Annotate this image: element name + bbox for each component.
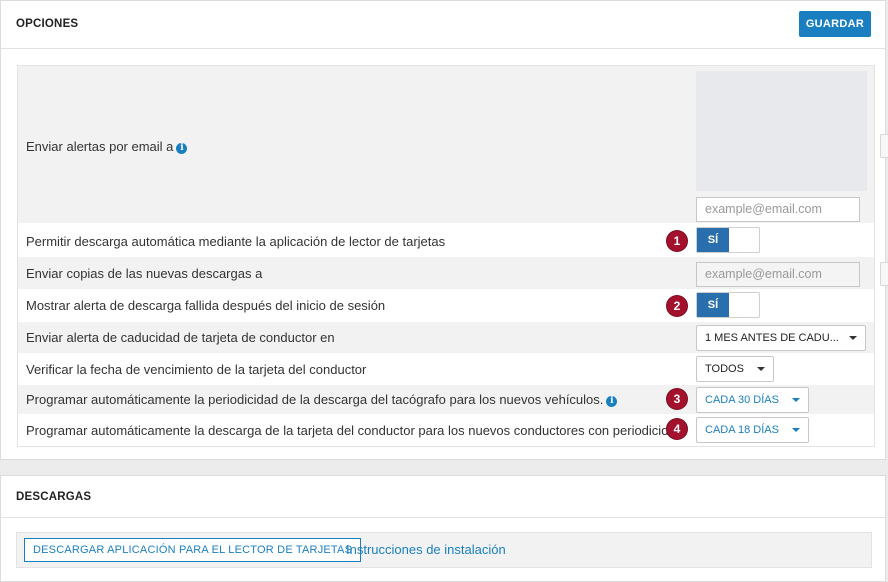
row-email-alerts: Enviar alertas por email ai example@emai… xyxy=(18,66,888,223)
chevron-down-icon xyxy=(792,398,800,402)
toggle-on-label: SÍ xyxy=(697,228,729,252)
auto-download-toggle[interactable]: SÍ xyxy=(696,227,760,253)
failed-alert-toggle[interactable]: SÍ xyxy=(696,292,760,318)
chevron-down-icon xyxy=(849,336,857,340)
email-alerts-label: Enviar alertas por email ai xyxy=(26,139,188,154)
options-panel: OPCIONES GUARDAR Enviar alertas por emai… xyxy=(0,0,888,460)
card-period-label: Programar automáticamente la descarga de… xyxy=(26,423,683,438)
failed-alert-label: Mostrar alerta de descarga fallida despu… xyxy=(26,298,386,313)
expiry-alert-label: Enviar alerta de caducidad de tarjeta de… xyxy=(26,330,335,345)
callout-badge-4: 4 xyxy=(667,419,687,439)
downloads-divider xyxy=(1,517,885,518)
info-icon[interactable]: i xyxy=(176,143,188,154)
callout-badge-3: 3 xyxy=(667,389,687,409)
copies-add-button[interactable] xyxy=(880,262,888,286)
expiry-alert-select[interactable]: 1 MES ANTES DE CADU... xyxy=(696,325,866,351)
tacho-period-select[interactable]: CADA 30 DÍAS xyxy=(696,387,809,413)
verify-expiry-select[interactable]: TODOS xyxy=(696,356,774,382)
download-app-button[interactable]: DESCARGAR APLICACIÓN PARA EL LECTOR DE T… xyxy=(24,538,362,562)
row-copies: Enviar copias de las nuevas descargas a … xyxy=(18,257,888,289)
row-failed-alert: Mostrar alerta de descarga fallida despu… xyxy=(18,290,874,321)
row-card-period: Programar automáticamente la descarga de… xyxy=(18,415,874,445)
row-expiry-alert: Enviar alerta de caducidad de tarjeta de… xyxy=(18,322,874,353)
chevron-down-icon xyxy=(757,367,765,371)
auto-download-label: Permitir descarga automática mediante la… xyxy=(26,234,446,249)
verify-expiry-label: Verificar la fecha de vencimiento de la … xyxy=(26,362,367,377)
row-auto-download: Permitir descarga automática mediante la… xyxy=(18,226,874,256)
callout-badge-1: 1 xyxy=(667,231,687,251)
tacho-period-label: Programar automáticamente la periodicida… xyxy=(26,392,618,407)
options-divider xyxy=(1,48,885,49)
chevron-down-icon xyxy=(792,428,800,432)
copies-email-input[interactable]: example@email.com xyxy=(696,262,860,287)
email-alerts-add-button[interactable] xyxy=(880,134,888,158)
downloads-title: DESCARGAS xyxy=(16,491,92,503)
email-alerts-input[interactable]: example@email.com xyxy=(696,197,860,222)
copies-label: Enviar copias de las nuevas descargas a xyxy=(26,266,263,281)
downloads-strip: DESCARGAR APLICACIÓN PARA EL LECTOR DE T… xyxy=(16,532,872,568)
card-period-select[interactable]: CADA 18 DÍAS xyxy=(696,417,809,443)
row-verify-expiry: Verificar la fecha de vencimiento de la … xyxy=(18,354,874,385)
save-button[interactable]: GUARDAR xyxy=(799,11,871,37)
toggle-on-label: SÍ xyxy=(697,293,729,317)
callout-badge-2: 2 xyxy=(667,296,687,316)
email-recipients-list[interactable] xyxy=(696,71,867,191)
info-icon[interactable]: i xyxy=(606,396,618,407)
install-instructions-link[interactable]: Instrucciones de instalación xyxy=(346,542,506,557)
options-table: Enviar alertas por email ai example@emai… xyxy=(17,65,888,447)
options-title: OPCIONES xyxy=(16,18,79,30)
row-tacho-period: Programar automáticamente la periodicida… xyxy=(18,385,874,414)
